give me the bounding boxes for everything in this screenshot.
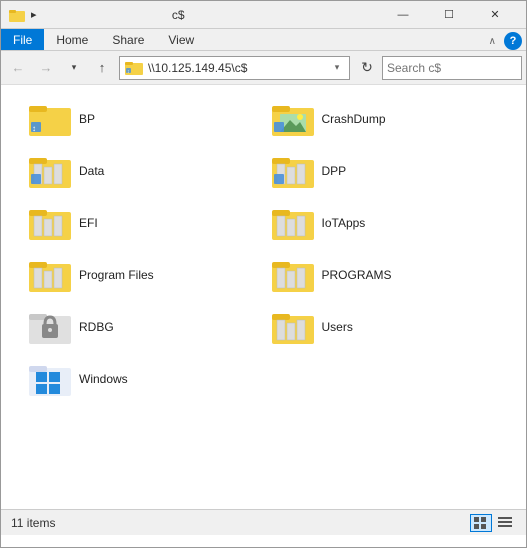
list-view-button[interactable] (494, 514, 516, 532)
ribbon-chevron[interactable]: ∧ (485, 34, 500, 49)
folder-program-files[interactable]: Program Files (21, 251, 264, 299)
folder-efi[interactable]: EFI (21, 199, 264, 247)
tab-share[interactable]: Share (100, 29, 156, 50)
address-bar[interactable]: ↕ \\10.125.149.45\c$ ▾ (119, 56, 350, 80)
tab-view[interactable]: View (156, 29, 206, 50)
folder-name-program-files: Program Files (79, 268, 154, 282)
folder-icon-programs (272, 256, 314, 294)
minimize-button[interactable]: — (380, 1, 426, 29)
folder-rdbg[interactable]: RDBG (21, 303, 264, 351)
search-box[interactable]: 🔍 (382, 56, 522, 80)
folder-name-crashdump: CrashDump (322, 112, 386, 126)
search-input[interactable] (387, 61, 527, 75)
folder-icon-windows (29, 360, 71, 398)
refresh-button[interactable]: ↻ (354, 55, 380, 81)
folder-name-programs: PROGRAMS (322, 268, 392, 282)
title-bar: ▸ c$ — ☐ ✕ (1, 1, 526, 29)
folder-icon-iotapps (272, 204, 314, 242)
folder-icon-crashdump (272, 100, 314, 138)
folder-icon-bp: ↕ (29, 100, 71, 138)
tab-home[interactable]: Home (44, 29, 100, 50)
folder-grid: ↕ BP CrashDump (21, 95, 506, 403)
folder-name-efi: EFI (79, 216, 98, 230)
folder-dpp[interactable]: DPP (264, 147, 507, 195)
window-title: c$ (0, 8, 380, 22)
forward-button[interactable]: → (33, 55, 59, 81)
folder-name-dpp: DPP (322, 164, 347, 178)
ribbon-tabs: File Home Share View ∧ ? (1, 29, 526, 51)
folder-icon-dpp (272, 152, 314, 190)
close-button[interactable]: ✕ (472, 1, 518, 29)
items-count: 11 items (11, 516, 55, 530)
folder-icon-data (29, 152, 71, 190)
folder-crashdump[interactable]: CrashDump (264, 95, 507, 143)
folder-name-bp: BP (79, 112, 95, 126)
folder-name-windows: Windows (79, 372, 128, 386)
up-button[interactable]: ↑ (89, 55, 115, 81)
folder-icon-program-files (29, 256, 71, 294)
folder-bp[interactable]: ↕ BP (21, 95, 264, 143)
grid-spacer (264, 355, 507, 403)
window-controls: — ☐ ✕ (380, 1, 518, 29)
help-button[interactable]: ? (504, 32, 522, 50)
tab-file[interactable]: File (1, 29, 44, 50)
folder-programs[interactable]: PROGRAMS (264, 251, 507, 299)
grid-view-button[interactable] (470, 514, 492, 532)
folder-name-users: Users (322, 320, 353, 334)
folder-name-rdbg: RDBG (79, 320, 114, 334)
svg-text:↕: ↕ (32, 124, 36, 133)
folder-icon-users (272, 308, 314, 346)
view-mode-buttons (470, 514, 516, 532)
folder-name-data: Data (79, 164, 104, 178)
address-folder-icon: ↕ (124, 58, 144, 78)
address-dropdown-button[interactable]: ▾ (329, 57, 345, 79)
folder-name-iotapps: IoTApps (322, 216, 366, 230)
maximize-button[interactable]: ☐ (426, 1, 472, 29)
folder-icon-rdbg (29, 308, 71, 346)
ribbon-right-controls: ∧ ? (485, 32, 526, 50)
folder-icon-efi (29, 204, 71, 242)
back-button[interactable]: ← (5, 55, 31, 81)
address-text: \\10.125.149.45\c$ (148, 61, 329, 75)
folder-data[interactable]: Data (21, 147, 264, 195)
folder-windows[interactable]: Windows (21, 355, 264, 403)
status-bar: 11 items (1, 509, 526, 535)
folder-iotapps[interactable]: IoTApps (264, 199, 507, 247)
svg-text:↕: ↕ (127, 69, 130, 75)
folder-users[interactable]: Users (264, 303, 507, 351)
nav-bar: ← → ▾ ↑ ↕ \\10.125.149.45\c$ ▾ ↻ 🔍 (1, 51, 526, 85)
main-content-area: ↕ BP CrashDump (1, 85, 526, 509)
nav-dropdown-button[interactable]: ▾ (61, 55, 87, 81)
